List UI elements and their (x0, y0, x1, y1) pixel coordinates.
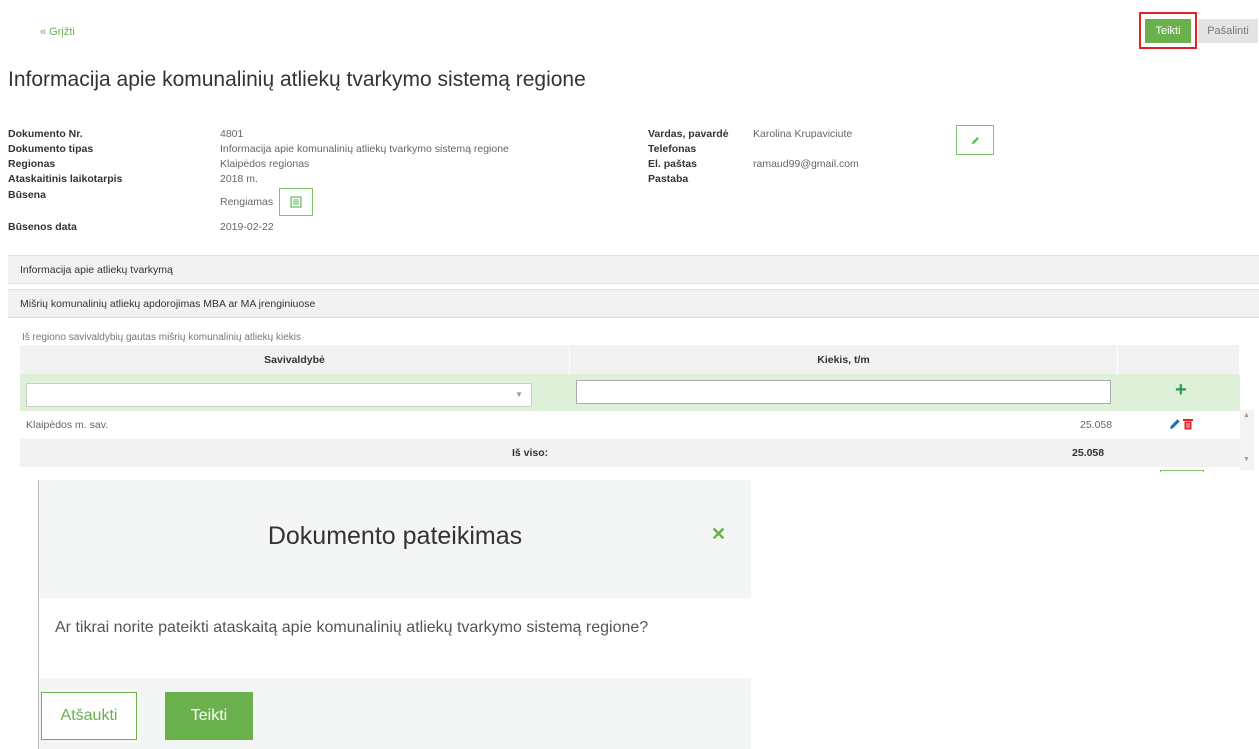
doc-nr-value: 4801 (220, 128, 244, 140)
status-date-value: 2019-02-22 (220, 221, 274, 233)
phone-label: Telefonas (648, 143, 697, 155)
note-label: Pastaba (648, 173, 689, 185)
period-label: Ataskaitinis laikotarpis (8, 173, 123, 185)
email-label: El. paštas (648, 158, 698, 170)
modal-body: Ar tikrai norite pateikti ataskaitą apie… (39, 598, 751, 678)
name-label: Vardas, pavardė (648, 128, 729, 140)
region-value: Klaipėdos regionas (220, 158, 310, 170)
column-header-quantity: Kiekis, t/m (570, 345, 1118, 374)
total-value: 25.058 (1072, 447, 1105, 459)
status-history-button[interactable] (279, 188, 313, 216)
scroll-up-icon[interactable]: ▲ (1243, 412, 1250, 419)
period-value: 2018 m. (220, 173, 258, 185)
total-label: Iš viso: (512, 447, 549, 459)
status-value: Rengiamas (220, 196, 274, 208)
pencil-icon (1170, 419, 1180, 429)
table-row: Klaipėdos m. sav. 25.058 (20, 411, 1240, 439)
scroll-down-icon[interactable]: ▼ (1243, 456, 1250, 463)
back-link[interactable]: « Grįžti (40, 26, 75, 38)
section-mba[interactable]: Mišrių komunalinių atliekų apdorojimas M… (8, 289, 1259, 318)
doc-type-value: Informacija apie komunalinių atliekų tva… (220, 143, 509, 155)
row-quantity: 25.058 (1080, 419, 1113, 431)
delete-row-button[interactable] (1183, 418, 1193, 433)
status-label: Būsena (8, 189, 46, 201)
section-waste-info-label: Informacija apie atliekų tvarkymą (20, 263, 173, 276)
section-waste-info[interactable]: Informacija apie atliekų tvarkymą (8, 255, 1259, 284)
doc-type-label: Dokumento tipas (8, 143, 94, 155)
modal-footer: Atšaukti Teikti (39, 678, 751, 749)
row-municipality: Klaipėdos m. sav. (26, 419, 109, 431)
edit-contact-button[interactable] (956, 125, 994, 155)
confirm-submit-button[interactable]: Teikti (165, 692, 253, 740)
name-value: Karolina Krupaviciute (753, 128, 853, 140)
total-row: Iš viso: 25.058 (20, 439, 1240, 467)
pencil-icon (971, 136, 979, 144)
column-header-municipality: Savivaldybė (20, 345, 570, 374)
remove-button[interactable]: Pašalinti (1198, 19, 1258, 43)
submit-button[interactable]: Teikti (1145, 18, 1191, 43)
quantity-input[interactable] (576, 380, 1111, 404)
edit-row-button[interactable] (1169, 418, 1181, 433)
submit-confirmation-modal: Dokumento pateikimas ✕ Ar tikrai norite … (38, 480, 751, 749)
modal-message: Ar tikrai norite pateikti ataskaitą apie… (55, 619, 649, 636)
page-title: Informacija apie komunalinių atliekų tva… (8, 68, 586, 91)
trash-icon (1183, 419, 1193, 430)
close-icon[interactable]: ✕ (711, 524, 726, 545)
plus-icon[interactable]: + (1175, 379, 1187, 402)
submit-button-highlight: Teikti (1139, 12, 1197, 49)
chevron-down-icon: ▼ (515, 390, 523, 399)
modal-title: Dokumento pateikimas (267, 522, 523, 550)
cancel-button[interactable]: Atšaukti (41, 692, 137, 740)
doc-nr-label: Dokumento Nr. (8, 128, 83, 140)
new-row-form: ▼ + (20, 374, 1240, 411)
table-scrollbar[interactable]: ▲ ▼ (1240, 410, 1254, 470)
section-mba-label: Mišrių komunalinių atliekų apdorojimas M… (20, 297, 316, 310)
municipality-table: Savivaldybė Kiekis, t/m ▼ + Klaipėdos m.… (20, 345, 1240, 470)
list-icon (290, 196, 302, 208)
region-label: Regionas (8, 158, 56, 170)
status-date-label: Būsenos data (8, 221, 77, 233)
modal-header: Dokumento pateikimas ✕ (39, 480, 751, 598)
table-caption: Iš regiono savivaldybių gautas mišrių ko… (22, 332, 302, 343)
municipality-select[interactable]: ▼ (26, 383, 532, 407)
email-value: ramaud99@gmail.com (753, 158, 859, 170)
column-header-actions (1118, 345, 1240, 374)
